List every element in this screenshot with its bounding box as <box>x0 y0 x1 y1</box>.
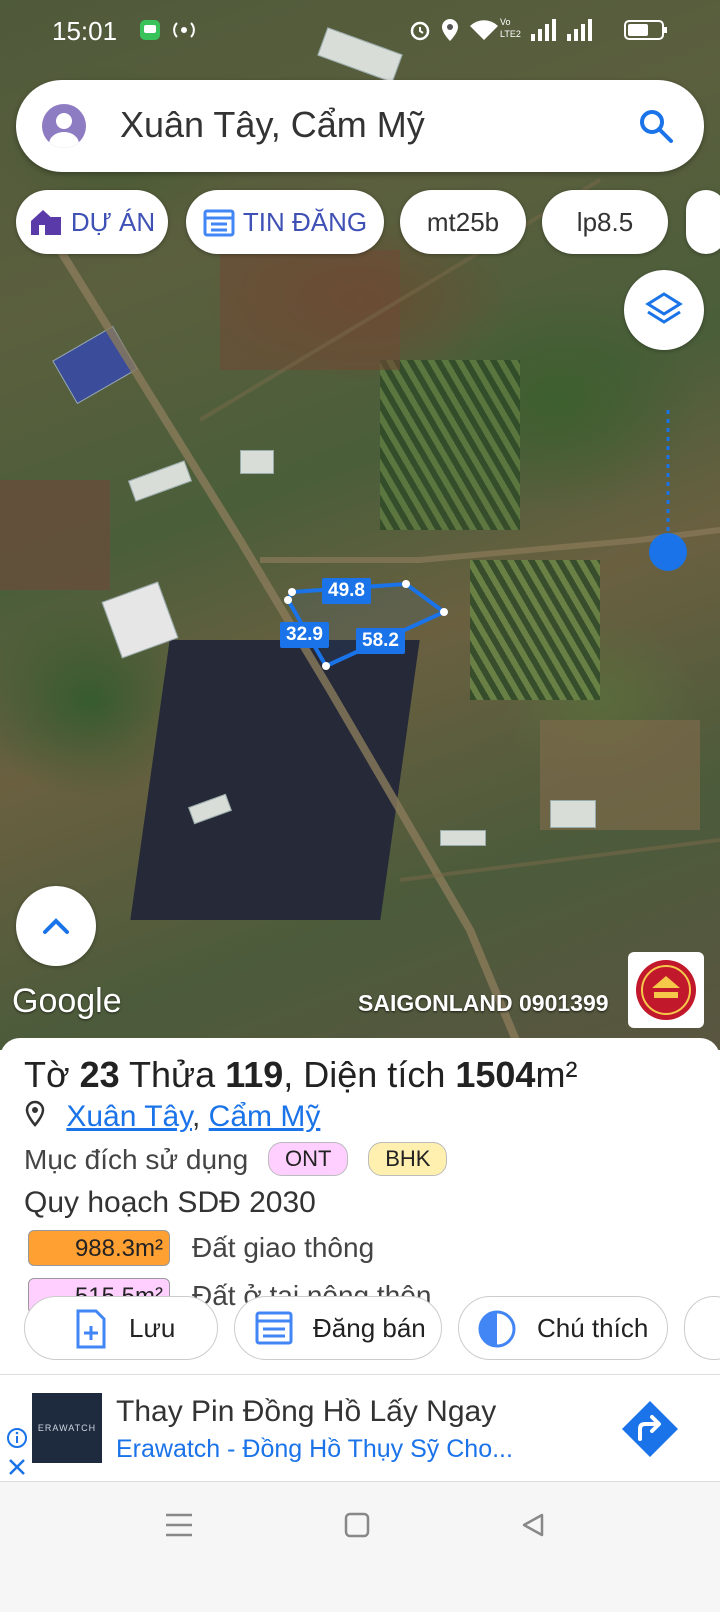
commune-link[interactable]: Xuân Tây <box>66 1100 192 1133</box>
ad-close-icon[interactable] <box>7 1457 27 1477</box>
land-use-row: Mục đích sử dụng ONT BHK <box>24 1142 448 1176</box>
zoom-slider-handle <box>649 533 687 571</box>
directions-icon[interactable] <box>620 1399 680 1459</box>
battery-icon <box>624 20 667 40</box>
land-use-badge[interactable]: BHK <box>368 1142 448 1176</box>
search-input[interactable]: Xuân Tây, Cẩm Mỹ <box>120 104 425 146</box>
layers-button[interactable] <box>624 270 704 350</box>
parcel-title: Tờ 23 Thửa 119, Diện tích 1504m² <box>24 1054 577 1096</box>
watermark-text: SAIGONLAND 0901399 <box>358 990 609 1016</box>
ad-subtitle[interactable]: Erawatch - Đồng Hồ Thụy Sỹ Cho... <box>116 1435 513 1464</box>
plan-title: Quy hoạch SDĐ 2030 <box>24 1186 316 1219</box>
sheet-label: Tờ <box>24 1054 70 1095</box>
chip-mt25b[interactable]: mt25b <box>400 190 526 254</box>
land-use-label: Mục đích sử dụng <box>24 1144 249 1175</box>
calendar-list-icon <box>255 1311 293 1345</box>
chip-du-an[interactable]: DỰ ÁN <box>16 190 168 254</box>
location-row: Xuân Tây, Cẩm Mỹ <box>24 1100 320 1134</box>
chip-label: lp8.5 <box>576 206 634 237</box>
plot-vertex <box>288 588 296 596</box>
post-sale-button[interactable]: Đăng bán <box>234 1296 442 1360</box>
hotspot-icon <box>173 22 195 38</box>
message-icon <box>140 20 160 40</box>
chip-label: DỰ ÁN <box>70 206 156 237</box>
menu-icon[interactable] <box>164 1512 194 1538</box>
area-value: 1504 <box>455 1054 536 1095</box>
house-icon <box>30 210 61 235</box>
home-icon[interactable] <box>344 1512 370 1538</box>
location-separator: , <box>191 1100 201 1133</box>
status-bar: 15:01 Vo LTE2 <box>0 0 720 62</box>
avatar[interactable] <box>42 104 86 148</box>
google-logo: Google <box>12 982 122 1020</box>
chip-label: mt25b <box>426 206 500 237</box>
map-view[interactable]: 49.8 32.9 58.2 15:01 Vo LTE2 Xuân Tây, C… <box>0 0 720 1050</box>
volte-icon: Vo LTE2 <box>500 17 521 39</box>
area-unit: m² <box>535 1054 578 1095</box>
back-icon[interactable] <box>520 1512 546 1538</box>
zone-row: 988.3m² Đất giao thông <box>28 1230 374 1266</box>
parcel-info-panel: Tờ 23 Thửa 119, Diện tích 1504m² Xuân Tâ… <box>0 1038 720 1418</box>
search-bar[interactable]: Xuân Tây, Cẩm Mỹ <box>16 80 704 172</box>
expand-up-button[interactable] <box>16 886 96 966</box>
post-sale-label: Đăng bán <box>313 1313 426 1343</box>
land-use-badge[interactable]: ONT <box>267 1142 349 1176</box>
signal-icon <box>531 19 556 41</box>
chevron-up-icon <box>43 918 69 934</box>
chip-label: TIN ĐĂNG <box>242 206 368 237</box>
clock: 15:01 <box>52 16 118 46</box>
zone-label: Đất giao thông <box>192 1232 375 1263</box>
save-label: Lưu <box>129 1313 176 1343</box>
calendar-list-icon <box>203 209 235 237</box>
ad-title[interactable]: Thay Pin Đồng Hồ Lấy Ngay <box>116 1395 496 1429</box>
plot-dimension-label: 58.2 <box>356 628 405 654</box>
saigonland-logo[interactable] <box>628 952 704 1028</box>
lot-label: Thửa <box>129 1054 216 1095</box>
ad-info-icon[interactable] <box>6 1427 28 1449</box>
search-icon[interactable] <box>638 108 674 144</box>
chip-more[interactable] <box>686 190 720 254</box>
file-add-icon <box>76 1309 106 1349</box>
sheet-number: 23 <box>79 1054 120 1095</box>
ad-brand-logo: ERAWATCH <box>32 1393 102 1463</box>
plot-dimension-label: 32.9 <box>280 622 329 648</box>
plot-vertex <box>284 596 292 604</box>
layers-icon <box>645 292 683 324</box>
location-icon <box>442 19 458 41</box>
road <box>399 838 720 882</box>
signal-icon <box>567 19 592 41</box>
wifi-icon <box>470 20 498 40</box>
plot-vertex <box>440 608 448 616</box>
legend-button[interactable]: Chú thích <box>458 1296 668 1360</box>
area-label: , Diện tích <box>283 1054 446 1095</box>
half-circle-icon <box>478 1310 516 1348</box>
plot-vertex <box>402 580 410 588</box>
location-pin-icon <box>25 1100 45 1127</box>
save-button[interactable]: Lưu <box>24 1296 218 1360</box>
district-link[interactable]: Cẩm Mỹ <box>209 1100 321 1133</box>
alarm-icon <box>410 21 430 41</box>
chip-tin-dang[interactable]: TIN ĐĂNG <box>186 190 384 254</box>
legend-label: Chú thích <box>537 1313 649 1343</box>
road <box>56 247 524 1050</box>
plot-dimension-label: 49.8 <box>322 578 371 604</box>
system-nav-bar <box>0 1482 720 1612</box>
zone-area-value: 988.3m² <box>28 1230 170 1266</box>
lot-number: 119 <box>225 1054 284 1095</box>
chip-lp85[interactable]: lp8.5 <box>542 190 668 254</box>
plot-vertex <box>322 662 330 670</box>
ad-banner[interactable]: ERAWATCH Thay Pin Đồng Hồ Lấy Ngay Erawa… <box>0 1374 720 1482</box>
